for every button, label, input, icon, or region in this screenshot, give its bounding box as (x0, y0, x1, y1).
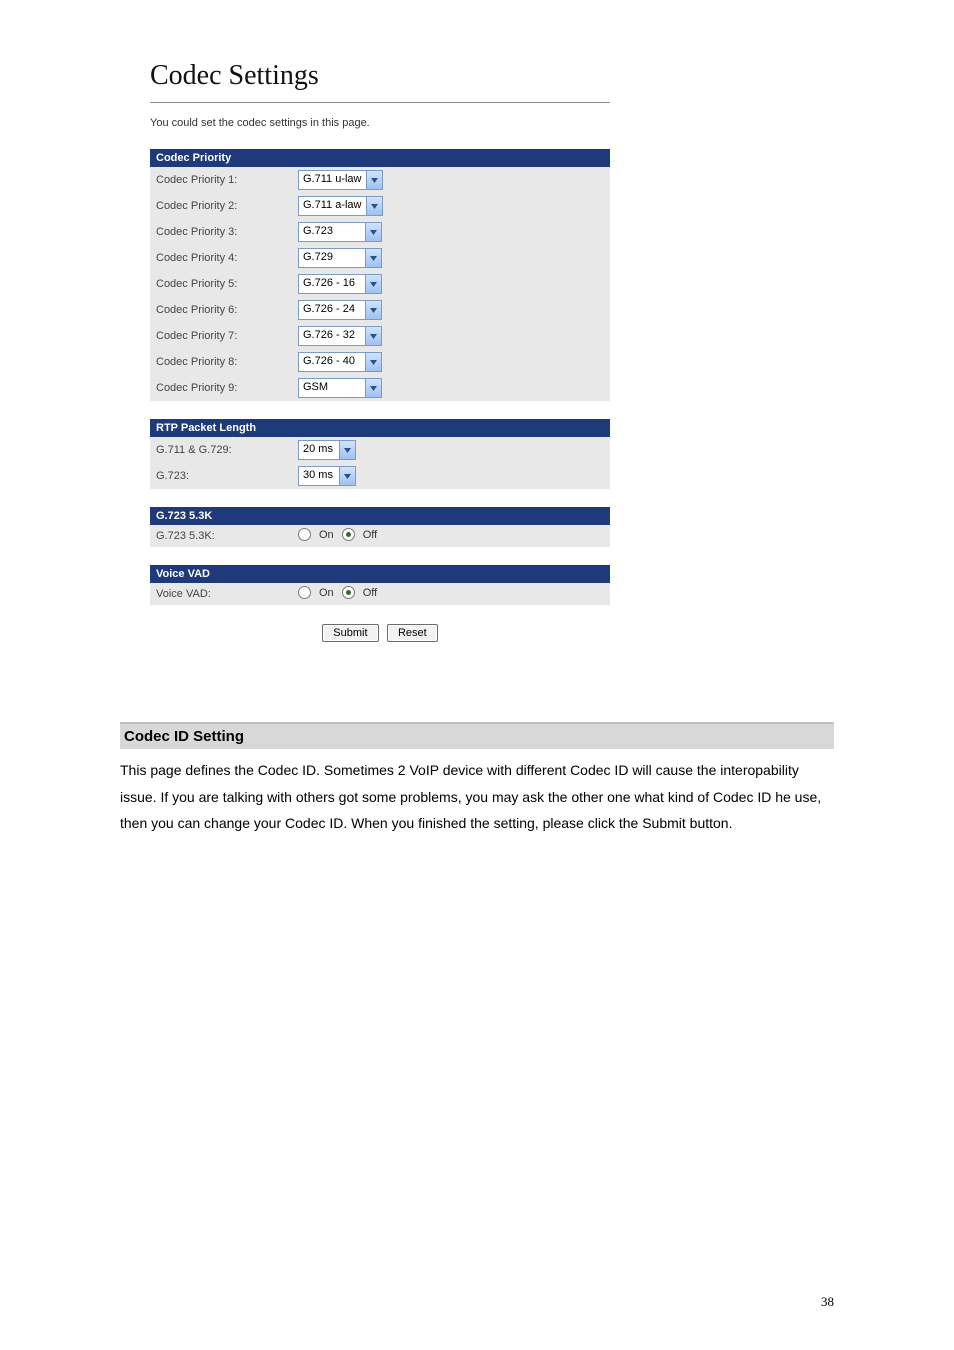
chevron-down-icon (339, 467, 355, 485)
title-rule (150, 102, 610, 103)
codec-priority-9-select[interactable]: GSM (298, 378, 382, 398)
codec-settings-panel: Codec Settings You could set the codec s… (150, 60, 610, 642)
page-title: Codec Settings (150, 60, 610, 92)
table-row: Codec Priority 5: G.726 - 16 (150, 271, 610, 297)
chevron-down-icon (365, 223, 381, 241)
table-row: Codec Priority 9: GSM (150, 375, 610, 401)
codec-priority-3-select[interactable]: G.723 (298, 222, 382, 242)
reset-button[interactable]: Reset (387, 624, 438, 642)
select-value: G.726 - 24 (299, 301, 365, 319)
chevron-down-icon (365, 379, 381, 397)
voice-vad-table: Voice VAD Voice VAD: On Off (150, 565, 610, 605)
chevron-down-icon (366, 197, 382, 215)
chevron-down-icon (365, 353, 381, 371)
codec-priority-header: Codec Priority (150, 149, 610, 167)
rtp-g711-g729-select[interactable]: 20 ms (298, 440, 356, 460)
codec-priority-5-label: Codec Priority 5: (150, 271, 292, 297)
radio-label-off: Off (363, 529, 377, 541)
select-value: 30 ms (299, 467, 339, 485)
chevron-down-icon (365, 275, 381, 293)
chevron-down-icon (366, 171, 382, 189)
table-row: Codec Priority 1: G.711 u-law (150, 167, 610, 193)
select-value: G.726 - 32 (299, 327, 365, 345)
codec-priority-1-label: Codec Priority 1: (150, 167, 292, 193)
rtp-header: RTP Packet Length (150, 419, 610, 437)
button-row: Submit Reset (150, 623, 610, 642)
select-value: GSM (299, 379, 365, 397)
codec-priority-8-label: Codec Priority 8: (150, 349, 292, 375)
select-value: G.726 - 16 (299, 275, 365, 293)
radio-label-on: On (319, 529, 334, 541)
codec-priority-6-select[interactable]: G.726 - 24 (298, 300, 382, 320)
chevron-down-icon (365, 249, 381, 267)
page-number: 38 (821, 1294, 834, 1310)
voice-vad-off-radio[interactable] (342, 586, 355, 599)
submit-button[interactable]: Submit (322, 624, 378, 642)
rtp-g711-g729-label: G.711 & G.729: (150, 437, 292, 463)
codec-priority-4-select[interactable]: G.729 (298, 248, 382, 268)
table-row: Codec Priority 2: G.711 a-law (150, 193, 610, 219)
codec-priority-1-select[interactable]: G.711 u-law (298, 170, 383, 190)
doc-heading-bar: Codec ID Setting (120, 722, 834, 749)
codec-priority-4-label: Codec Priority 4: (150, 245, 292, 271)
radio-label-on: On (319, 587, 334, 599)
chevron-down-icon (365, 327, 381, 345)
table-row: G.723 5.3K: On Off (150, 525, 610, 547)
codec-id-setting-heading: Codec ID Setting (124, 728, 826, 745)
codec-priority-5-select[interactable]: G.726 - 16 (298, 274, 382, 294)
table-row: Codec Priority 6: G.726 - 24 (150, 297, 610, 323)
rtp-packet-length-table: RTP Packet Length G.711 & G.729: 20 ms G… (150, 419, 610, 489)
table-row: Codec Priority 3: G.723 (150, 219, 610, 245)
table-row: Codec Priority 7: G.726 - 32 (150, 323, 610, 349)
codec-priority-table: Codec Priority Codec Priority 1: G.711 u… (150, 149, 610, 401)
codec-id-setting-body: This page defines the Codec ID. Sometime… (120, 757, 834, 837)
g723-53k-off-radio[interactable] (342, 528, 355, 541)
table-row: G.723: 30 ms (150, 463, 610, 489)
g723-53k-label: G.723 5.3K: (150, 525, 292, 547)
table-row: Codec Priority 8: G.726 - 40 (150, 349, 610, 375)
select-value: 20 ms (299, 441, 339, 459)
chevron-down-icon (365, 301, 381, 319)
g723-53k-table: G.723 5.3K G.723 5.3K: On Off (150, 507, 610, 547)
table-row: Codec Priority 4: G.729 (150, 245, 610, 271)
codec-priority-2-select[interactable]: G.711 a-law (298, 196, 383, 216)
select-value: G.729 (299, 249, 365, 267)
rtp-g723-label: G.723: (150, 463, 292, 489)
codec-id-setting-section: Codec ID Setting This page defines the C… (120, 722, 834, 837)
g723-53k-on-radio[interactable] (298, 528, 311, 541)
codec-priority-7-select[interactable]: G.726 - 32 (298, 326, 382, 346)
codec-priority-7-label: Codec Priority 7: (150, 323, 292, 349)
voice-vad-on-radio[interactable] (298, 586, 311, 599)
g723-53k-header: G.723 5.3K (150, 507, 610, 525)
codec-priority-8-select[interactable]: G.726 - 40 (298, 352, 382, 372)
select-value: G.726 - 40 (299, 353, 365, 371)
codec-priority-9-label: Codec Priority 9: (150, 375, 292, 401)
codec-priority-6-label: Codec Priority 6: (150, 297, 292, 323)
voice-vad-header: Voice VAD (150, 565, 610, 583)
codec-priority-3-label: Codec Priority 3: (150, 219, 292, 245)
select-value: G.711 a-law (299, 197, 366, 215)
select-value: G.711 u-law (299, 171, 366, 189)
radio-label-off: Off (363, 587, 377, 599)
intro-text: You could set the codec settings in this… (150, 117, 610, 129)
chevron-down-icon (339, 441, 355, 459)
select-value: G.723 (299, 223, 365, 241)
table-row: Voice VAD: On Off (150, 583, 610, 605)
table-row: G.711 & G.729: 20 ms (150, 437, 610, 463)
rtp-g723-select[interactable]: 30 ms (298, 466, 356, 486)
voice-vad-label: Voice VAD: (150, 583, 292, 605)
codec-priority-2-label: Codec Priority 2: (150, 193, 292, 219)
